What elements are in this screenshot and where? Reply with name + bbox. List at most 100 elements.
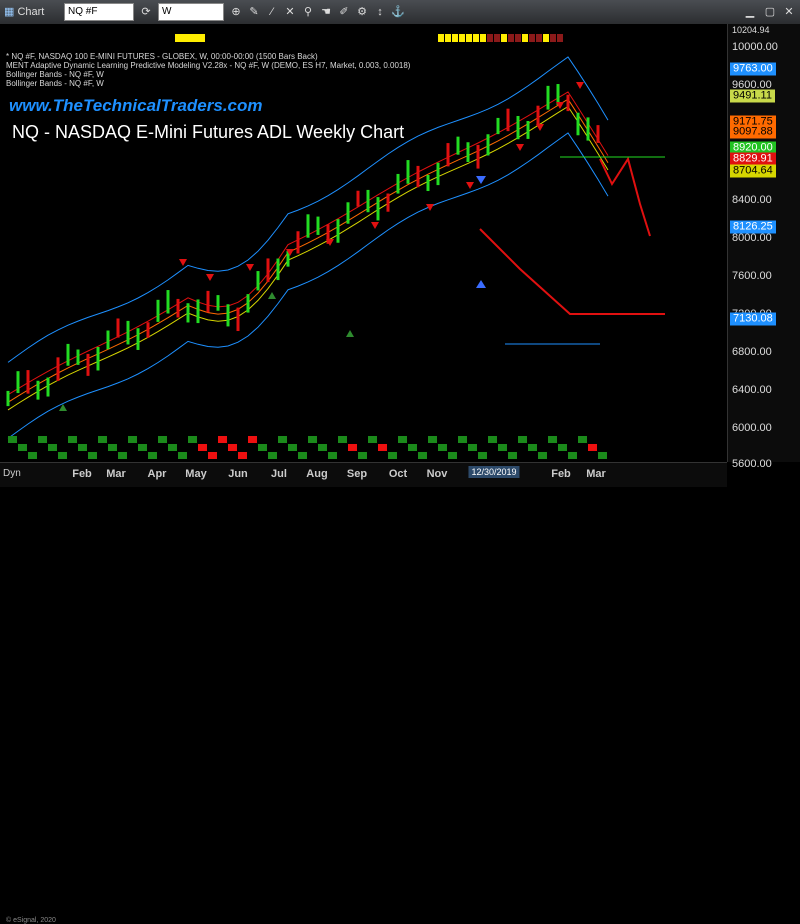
histogram-block (468, 444, 477, 451)
price-bar (176, 298, 180, 318)
signal-strip-cell (487, 34, 493, 42)
signal-strip-cell (438, 34, 444, 42)
histogram-block (318, 444, 327, 451)
price-tick: 8400.00 (732, 194, 772, 206)
attach-icon[interactable]: ⚓ (390, 3, 406, 21)
buy-signal-icon (346, 330, 354, 337)
minimize-icon[interactable]: ▁ (742, 3, 758, 21)
interval-input[interactable]: W (158, 3, 224, 21)
price-bar (106, 330, 110, 350)
price-label: 9097.88 (730, 125, 776, 139)
zoom-icon[interactable]: ⊕ (228, 3, 244, 21)
price-bar (256, 271, 260, 291)
chart-app-label[interactable]: ▦ Chart (4, 3, 44, 21)
signal-strip-cell (522, 34, 528, 42)
sell-signal-icon (466, 182, 474, 189)
sell-signal-icon (179, 259, 187, 266)
price-bar (526, 120, 530, 139)
bollinger-lower-line (7, 132, 609, 439)
signal-strip-cell (480, 34, 486, 42)
histogram-block (368, 436, 377, 443)
month-label: Feb (72, 468, 92, 480)
price-bar (566, 94, 570, 112)
edit-icon[interactable]: ✐ (336, 3, 352, 21)
slash-icon[interactable]: ⁄ (264, 3, 280, 21)
price-bar (216, 295, 220, 311)
month-label: Oct (388, 468, 408, 480)
price-bar (126, 320, 130, 345)
price-bar (166, 290, 170, 314)
price-bar (156, 299, 160, 322)
histogram-block (378, 444, 387, 451)
blue-signal-icon (476, 280, 486, 288)
arrow-icon[interactable]: ↕ (372, 3, 388, 21)
histogram-block (518, 436, 527, 443)
price-axis[interactable]: 10204.94 10000.00 9600.00 8400.00 8000.0… (727, 24, 800, 470)
price-bar (116, 318, 120, 338)
histogram-block (228, 444, 237, 451)
hand-icon[interactable]: ☚ (318, 3, 334, 21)
settings-icon[interactable]: ⚙ (354, 3, 370, 21)
signal-strip-cell (508, 34, 514, 42)
histogram-block (538, 452, 547, 459)
close-icon[interactable]: ✕ (781, 3, 797, 21)
histogram-block (38, 436, 47, 443)
signal-strip-cell (550, 34, 556, 42)
price-bar (466, 142, 470, 162)
histogram-block (588, 444, 597, 451)
projection-line (599, 156, 651, 237)
price-bar (136, 328, 140, 350)
histogram-block (268, 452, 277, 459)
price-bar (476, 144, 480, 169)
histogram-block (278, 436, 287, 443)
price-bar (416, 165, 420, 188)
sell-signal-icon (206, 274, 214, 281)
price-bar (596, 125, 600, 143)
histogram-block (28, 452, 37, 459)
price-tick: 8000.00 (732, 232, 772, 244)
histogram-block (568, 452, 577, 459)
link-icon[interactable]: ⚲ (300, 3, 316, 21)
price-bar (436, 162, 440, 186)
price-bar (426, 174, 430, 192)
signal-strip-cell (515, 34, 521, 42)
histogram-block (598, 452, 607, 459)
histogram-block (398, 436, 407, 443)
chart-plot-area[interactable]: * NQ #F, NASDAQ 100 E-MINI FUTURES - GLO… (0, 24, 727, 462)
dyn-label[interactable]: Dyn (3, 468, 21, 479)
symbol-input[interactable]: NQ #F (64, 3, 134, 21)
histogram-block (178, 452, 187, 459)
blue-signal-icon (476, 176, 486, 184)
signal-strip-cell (529, 34, 535, 42)
signal-strip-cell (536, 34, 542, 42)
price-bar (356, 190, 360, 207)
price-label: 9491.11 (730, 89, 775, 103)
study-legend-line: * NQ #F, NASDAQ 100 E-MINI FUTURES - GLO… (6, 52, 318, 61)
price-label: 9763.00 (730, 62, 776, 76)
sell-signal-icon (516, 144, 524, 151)
time-axis[interactable]: Dyn © eSignal, 2020 Feb Mar Apr May Jun … (0, 462, 727, 924)
maximize-icon[interactable]: ▢ (762, 3, 778, 21)
histogram-block (98, 436, 107, 443)
chart-title: NQ - NASDAQ E-Mini Futures ADL Weekly Ch… (12, 122, 405, 142)
price-bar (66, 343, 70, 366)
histogram-block (158, 436, 167, 443)
histogram-block (508, 452, 517, 459)
price-tick: 6400.00 (732, 384, 772, 396)
histogram-block (58, 452, 67, 459)
projection-line (479, 228, 665, 315)
price-bar (446, 143, 450, 167)
sell-signal-icon (246, 264, 254, 271)
price-bar (506, 108, 510, 132)
month-label: Mar (586, 468, 606, 480)
toolbar: ▦ Chart NQ #F ⟳ W ⊕ ✎ ⁄ ✕ ⚲ ☚ ✐ ⚙ ↕ ⚓ ▁ … (0, 0, 800, 25)
price-tick: 7600.00 (732, 270, 772, 282)
pencil-icon[interactable]: ✎ (246, 3, 262, 21)
price-label: 8126.25 (730, 220, 776, 234)
histogram-block (218, 436, 227, 443)
cross-icon[interactable]: ✕ (282, 3, 298, 21)
price-bar (306, 214, 310, 238)
price-tick: 5600.00 (732, 458, 772, 470)
refresh-icon[interactable]: ⟳ (138, 3, 154, 21)
month-label: Jun (228, 468, 248, 480)
